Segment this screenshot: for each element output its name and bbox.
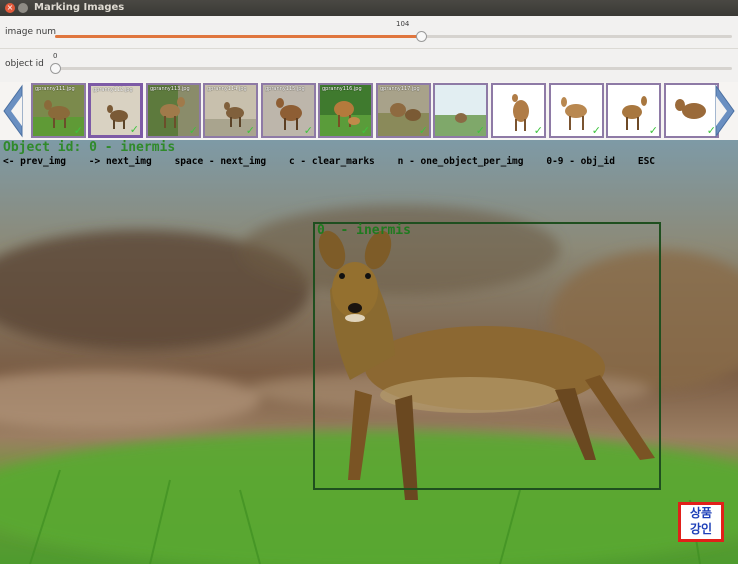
thumbnail-2[interactable]: gpranny112.jpg ✓ (88, 83, 143, 138)
object-id-value: 0 (53, 52, 58, 60)
thumbnail-filename: gpranny114.jpg (207, 86, 247, 92)
thumbnail-11[interactable]: ✓ (606, 83, 661, 138)
object-id-label: object id (5, 59, 44, 69)
close-window-button[interactable]: × (5, 3, 15, 13)
bounding-box-label: 0 - inermis (317, 223, 411, 238)
image-num-slider[interactable] (55, 31, 732, 42)
window-titlebar: × Marking Images (0, 0, 738, 16)
checkmark-icon: ✓ (129, 123, 139, 136)
image-num-slider-handle[interactable] (415, 31, 427, 42)
thumbnail-filename: gpranny113.jpg (150, 86, 190, 92)
object-id-slider-handle[interactable] (50, 63, 61, 74)
image-num-slider-fill (55, 35, 421, 38)
trackbar-panel: image num 104 object id 0 (0, 16, 738, 82)
thumbnail-4[interactable]: gpranny114.jpg ✓ (203, 83, 258, 138)
seal-line-2: 강인 (689, 522, 713, 536)
close-icon: × (6, 3, 14, 12)
checkmark-icon: ✓ (475, 124, 485, 137)
object-id-overlay: Object id: 0 - inermis (3, 140, 176, 155)
thumbnail-8[interactable]: ✓ (433, 83, 488, 138)
thumbnail-10[interactable]: ✓ (549, 83, 604, 138)
slider-divider (0, 48, 738, 49)
image-num-value: 104 (396, 20, 410, 28)
checkmark-icon: ✓ (245, 124, 255, 137)
checkmark-icon: ✓ (360, 124, 370, 137)
thumbnail-filename: gpranny112.jpg (93, 87, 133, 93)
left-triangle-icon[interactable] (0, 82, 28, 140)
thumbnail-7[interactable]: gpranny117.jpg ✓ (376, 83, 431, 138)
checkmark-icon: ✓ (591, 124, 601, 137)
thumbnail-filename: gpranny115.jpg (265, 86, 305, 92)
checkmark-icon: ✓ (188, 124, 198, 137)
image-canvas[interactable]: gpranny111.jpg ✓ gpranny112.jpg ✓ gprann… (0, 82, 738, 564)
seal-line-1: 상품 (689, 506, 713, 520)
checkmark-icon: ✓ (303, 124, 313, 137)
thumbnail-strip: gpranny111.jpg ✓ gpranny112.jpg ✓ gprann… (0, 82, 738, 140)
bounding-box[interactable]: 0 - inermis (313, 222, 661, 490)
thumbnail-filename: gpranny111.jpg (35, 86, 75, 92)
thumbnail-6[interactable]: gpranny116.jpg ✓ (318, 83, 373, 138)
thumbnail-12[interactable]: ✓ (664, 83, 719, 138)
thumbnail-filename: gpranny117.jpg (380, 86, 420, 92)
object-id-slider[interactable] (50, 63, 732, 74)
thumbnail-3[interactable]: gpranny113.jpg ✓ (146, 83, 201, 138)
minimize-window-button[interactable] (18, 3, 28, 13)
watermark-seal: 상품 강인 (678, 502, 724, 542)
image-num-label: image num (5, 27, 57, 37)
keyboard-help-overlay: <- prev_img -> next_img space - next_img… (3, 156, 656, 167)
checkmark-icon: ✓ (533, 124, 543, 137)
checkmark-icon: ✓ (418, 124, 428, 137)
thumbnail-9[interactable]: ✓ (491, 83, 546, 138)
checkmark-icon: ✓ (648, 124, 658, 137)
thumbnail-filename: gpranny116.jpg (322, 86, 362, 92)
window-title: Marking Images (34, 2, 125, 13)
thumbnail-5[interactable]: gpranny115.jpg ✓ (261, 83, 316, 138)
checkmark-icon: ✓ (73, 124, 83, 137)
right-triangle-icon[interactable] (712, 82, 738, 140)
thumbnail-1[interactable]: gpranny111.jpg ✓ (31, 83, 86, 138)
